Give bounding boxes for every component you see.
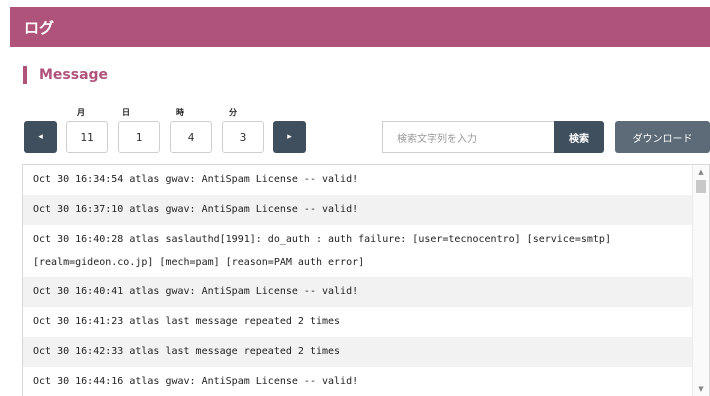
chevron-right-icon: ▸ — [287, 132, 292, 142]
log-line-text: [realm=gideon.co.jp] [mech=pam] [reason=… — [33, 257, 365, 268]
scroll-down-icon[interactable]: ▼ — [693, 382, 709, 396]
search-input[interactable]: 検索文字列を入力 — [382, 121, 554, 153]
log-line-text: Oct 30 16:40:28 atlas saslauthd[1991]: d… — [33, 234, 611, 245]
day-input[interactable]: 1 — [118, 121, 160, 153]
log-line: Oct 30 16:40:41 atlas gwav: AntiSpam Lic… — [23, 277, 693, 307]
day-label: 日 — [122, 108, 130, 117]
scrollbar[interactable]: ▲ ▼ — [692, 165, 709, 396]
log-list: Oct 30 16:34:54 atlas gwav: AntiSpam Lic… — [23, 165, 693, 396]
chevron-left-icon: ◂ — [38, 132, 43, 142]
minute-label: 分 — [229, 108, 237, 117]
search-button[interactable]: 検索 — [554, 121, 604, 153]
scroll-thumb[interactable] — [696, 180, 706, 193]
log-line: Oct 30 16:37:10 atlas gwav: AntiSpam Lic… — [23, 195, 693, 225]
log-line: Oct 30 16:44:16 atlas gwav: AntiSpam Lic… — [33, 376, 359, 387]
scroll-up-icon[interactable]: ▲ — [693, 165, 709, 179]
month-label: 月 — [77, 108, 85, 117]
log-line: Oct 30 16:34:54 atlas gwav: AntiSpam Lic… — [33, 174, 359, 185]
page-title: ログ — [24, 18, 55, 37]
section-title: Message — [23, 66, 108, 84]
minute-input[interactable]: 3 — [222, 121, 264, 153]
prev-button[interactable]: ◂ — [24, 121, 57, 153]
month-input[interactable]: 11 — [66, 121, 108, 153]
log-line: Oct 30 16:42:33 atlas last message repea… — [23, 337, 693, 367]
download-button[interactable]: ダウンロード — [615, 121, 710, 153]
log-line: Oct 30 16:41:23 atlas last message repea… — [33, 316, 341, 327]
hour-input[interactable]: 4 — [170, 121, 212, 153]
log-panel[interactable]: Oct 30 16:34:54 atlas gwav: AntiSpam Lic… — [22, 164, 710, 396]
next-button[interactable]: ▸ — [273, 121, 306, 153]
log-line: Oct 30 16:40:28 atlas saslauthd[1991]: d… — [23, 225, 693, 277]
hour-label: 時 — [176, 108, 184, 117]
page-header: ログ — [10, 7, 710, 47]
